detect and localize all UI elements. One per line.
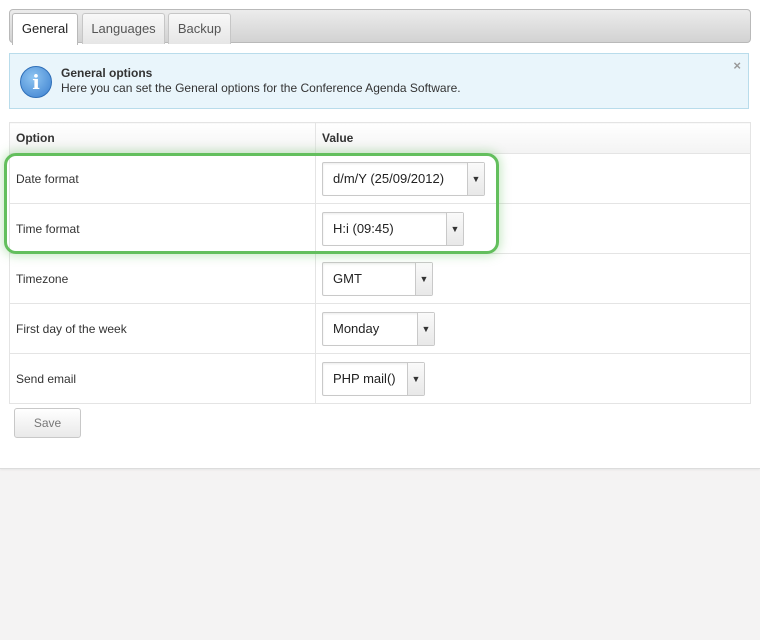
table-row: First day of the week Monday ▼ bbox=[9, 303, 751, 354]
date-format-select[interactable]: d/m/Y (25/09/2012) ▼ bbox=[322, 161, 485, 196]
column-header-option: Option bbox=[9, 122, 316, 154]
chevron-down-icon: ▼ bbox=[407, 362, 424, 395]
row-value-cell: GMT ▼ bbox=[315, 253, 751, 304]
info-icon: i bbox=[20, 66, 52, 98]
first-day-value: Monday bbox=[333, 320, 380, 336]
row-label-timezone: Timezone bbox=[9, 253, 316, 304]
info-title: General options bbox=[61, 66, 153, 80]
row-value-cell: Monday ▼ bbox=[315, 303, 751, 354]
send-email-value: PHP mail() bbox=[333, 370, 396, 386]
timezone-select[interactable]: GMT ▼ bbox=[322, 261, 433, 296]
row-label-date-format: Date format bbox=[9, 153, 316, 204]
chevron-down-icon: ▼ bbox=[415, 262, 432, 295]
first-day-select[interactable]: Monday ▼ bbox=[322, 311, 435, 346]
tab-general[interactable]: General bbox=[12, 13, 78, 45]
chevron-down-icon: ▼ bbox=[446, 212, 463, 245]
row-label-first-day: First day of the week bbox=[9, 303, 316, 354]
info-text: Here you can set the General options for… bbox=[61, 81, 461, 95]
table-row: Date format d/m/Y (25/09/2012) ▼ bbox=[9, 153, 751, 204]
tab-languages[interactable]: Languages bbox=[82, 13, 165, 44]
main-panel: General Languages Backup i General optio… bbox=[0, 0, 760, 469]
table-row: Time format H:i (09:45) ▼ bbox=[9, 203, 751, 254]
tab-bar: General Languages Backup bbox=[9, 9, 751, 45]
row-value-cell: H:i (09:45) ▼ bbox=[315, 203, 751, 254]
time-format-value: H:i (09:45) bbox=[333, 220, 394, 236]
table-row: Send email PHP mail() ▼ bbox=[9, 353, 751, 404]
row-value-cell: PHP mail() ▼ bbox=[315, 353, 751, 404]
date-format-value: d/m/Y (25/09/2012) bbox=[333, 170, 445, 186]
tab-backup[interactable]: Backup bbox=[168, 13, 231, 44]
timezone-value: GMT bbox=[333, 270, 362, 286]
row-value-cell: d/m/Y (25/09/2012) ▼ bbox=[315, 153, 751, 204]
row-label-time-format: Time format bbox=[9, 203, 316, 254]
table-header-row: Option Value bbox=[9, 122, 751, 154]
options-table: Option Value Date format d/m/Y (25/09/20… bbox=[9, 122, 751, 404]
table-row: Timezone GMT ▼ bbox=[9, 253, 751, 304]
info-box: i General options Here you can set the G… bbox=[9, 53, 749, 109]
save-button[interactable]: Save bbox=[14, 408, 81, 438]
time-format-select[interactable]: H:i (09:45) ▼ bbox=[322, 211, 464, 246]
chevron-down-icon: ▼ bbox=[467, 162, 484, 195]
close-icon[interactable]: × bbox=[733, 58, 741, 73]
send-email-select[interactable]: PHP mail() ▼ bbox=[322, 361, 425, 396]
chevron-down-icon: ▼ bbox=[417, 312, 434, 345]
row-label-send-email: Send email bbox=[9, 353, 316, 404]
column-header-value: Value bbox=[315, 122, 751, 154]
